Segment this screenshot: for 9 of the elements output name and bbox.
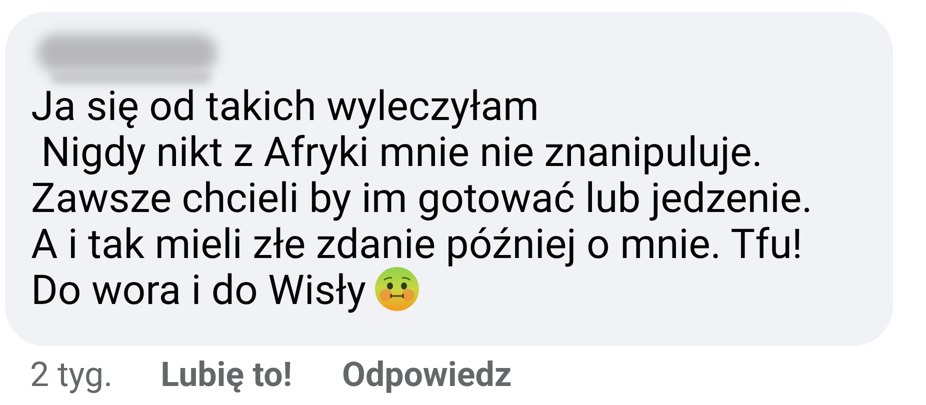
- timestamp: 2 tyg.: [30, 354, 113, 396]
- comment-action-link[interactable]: Lubię to!: [160, 354, 292, 396]
- comment-text: Nigdy nikt z Afryki mnie nie znanipuluje.: [40, 130, 763, 176]
- comment-text: Zawsze chcieli by im gotować lub jedzenie.: [31, 176, 812, 222]
- comment-text: A i tak mieli złe zdanie później o mnie. Tfu!: [31, 222, 802, 268]
- comment-text: Ja się od takich wyleczyłam: [31, 84, 539, 130]
- nauseated-face-icon: [374, 266, 420, 312]
- comment-action-link[interactable]: Odpowiedz: [342, 354, 512, 396]
- comment-text: Do wora i do Wisły: [31, 268, 366, 314]
